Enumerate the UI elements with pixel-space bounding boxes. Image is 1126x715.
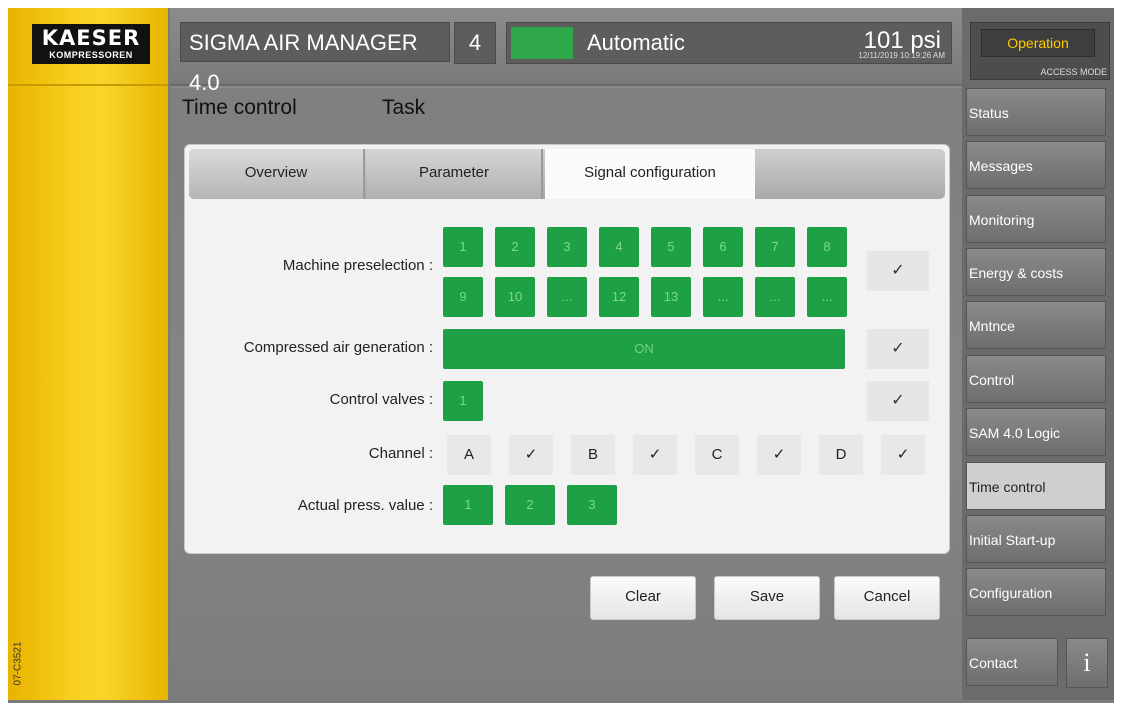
left-brand-bar: KAESER KOMPRESSOREN 07-C3521 [8, 8, 168, 700]
machine-button[interactable]: ... [703, 277, 743, 317]
machine-button[interactable]: 1 [443, 227, 483, 267]
actual-press-button[interactable]: 3 [567, 485, 617, 525]
machine-button[interactable]: 10 [495, 277, 535, 317]
channel-b-check[interactable]: ✓ [633, 435, 677, 475]
operating-mode: Automatic [587, 30, 685, 55]
compressed-air-on-button[interactable]: ON [443, 329, 845, 369]
label-channel: Channel : [368, 445, 433, 462]
actual-press-button[interactable]: 2 [505, 485, 555, 525]
compressed-air-check[interactable]: ✓ [867, 329, 929, 369]
menu-initial-startup[interactable]: Initial Start-up [966, 515, 1106, 563]
page-subtitle: Task [382, 96, 426, 119]
machine-button[interactable]: 12 [599, 277, 639, 317]
channel-d-check[interactable]: ✓ [881, 435, 925, 475]
divider [8, 84, 168, 86]
machine-button[interactable]: 13 [651, 277, 691, 317]
channel-c[interactable]: C [695, 435, 739, 475]
channel-a-check[interactable]: ✓ [509, 435, 553, 475]
station-number: 4 [454, 22, 496, 64]
page-title: Time control [182, 96, 297, 119]
machine-button[interactable]: 7 [755, 227, 795, 267]
menu-sam-logic[interactable]: SAM 4.0 Logic [966, 408, 1106, 456]
channel-a[interactable]: A [447, 435, 491, 475]
right-menu: Operation ACCESS MODE Status Messages Mo… [962, 8, 1114, 700]
tab-signal-configuration[interactable]: Signal configuration [545, 149, 755, 199]
kaeser-logo: KAESER KOMPRESSOREN [32, 24, 150, 64]
save-button[interactable]: Save [714, 576, 820, 620]
menu-configuration[interactable]: Configuration [966, 568, 1106, 616]
menu-control[interactable]: Control [966, 355, 1106, 403]
datetime: 12/11/2019 10:19:26 AM [858, 51, 945, 60]
label-control-valves: Control valves : [329, 391, 433, 408]
config-panel: Overview Parameter Signal configuration … [184, 144, 950, 554]
menu-time-control[interactable]: Time control [966, 462, 1106, 510]
machine-button[interactable]: 5 [651, 227, 691, 267]
tab-overview[interactable]: Overview [189, 149, 365, 199]
document-code: 07-C3521 [12, 641, 24, 686]
machine-button[interactable]: 4 [599, 227, 639, 267]
channel-d[interactable]: D [819, 435, 863, 475]
label-machine-preselection: Machine preselection : [282, 257, 433, 274]
contact-button[interactable]: Contact [966, 638, 1058, 686]
app-title: SIGMA AIR MANAGER 4.0 [180, 22, 450, 95]
machine-button[interactable]: ... [755, 277, 795, 317]
machine-button[interactable]: ... [807, 277, 847, 317]
tab-bar: Overview Parameter Signal configuration [189, 149, 945, 199]
status-indicator [511, 27, 573, 59]
clear-button[interactable]: Clear [590, 576, 696, 620]
menu-status[interactable]: Status [966, 88, 1106, 136]
menu-energy-costs[interactable]: Energy & costs [966, 248, 1106, 296]
access-mode-label: ACCESS MODE [1040, 67, 1107, 77]
machine-button[interactable]: 3 [547, 227, 587, 267]
menu-maintenance[interactable]: Mntnce [966, 301, 1106, 349]
operation-box: Operation ACCESS MODE [970, 22, 1110, 80]
menu-messages[interactable]: Messages [966, 141, 1106, 189]
status-display: Automatic 101 psi 12/11/2019 10:19:26 AM [506, 22, 952, 64]
machine-button[interactable]: 8 [807, 227, 847, 267]
channel-c-check[interactable]: ✓ [757, 435, 801, 475]
operation-button[interactable]: Operation [981, 29, 1095, 57]
tab-parameter[interactable]: Parameter [367, 149, 543, 199]
control-valve-button[interactable]: 1 [443, 381, 483, 421]
menu-monitoring[interactable]: Monitoring [966, 195, 1106, 243]
machine-button[interactable]: 9 [443, 277, 483, 317]
machine-button[interactable]: 2 [495, 227, 535, 267]
machine-preselection-check[interactable]: ✓ [867, 251, 929, 291]
label-compressed-air: Compressed air generation : [243, 339, 433, 356]
cancel-button[interactable]: Cancel [834, 576, 940, 620]
channel-b[interactable]: B [571, 435, 615, 475]
control-valves-check[interactable]: ✓ [867, 381, 929, 421]
logo-line1: KAESER [41, 26, 141, 50]
machine-button[interactable]: ... [547, 277, 587, 317]
machine-button[interactable]: 6 [703, 227, 743, 267]
top-bar: SIGMA AIR MANAGER 4.0 4 Automatic 101 ps… [170, 8, 962, 95]
actual-press-button[interactable]: 1 [443, 485, 493, 525]
info-icon[interactable]: i [1066, 638, 1108, 688]
logo-line2: KOMPRESSOREN [49, 50, 133, 60]
main-area: SIGMA AIR MANAGER 4.0 4 Automatic 101 ps… [170, 8, 962, 700]
label-actual-press: Actual press. value : [297, 497, 433, 514]
